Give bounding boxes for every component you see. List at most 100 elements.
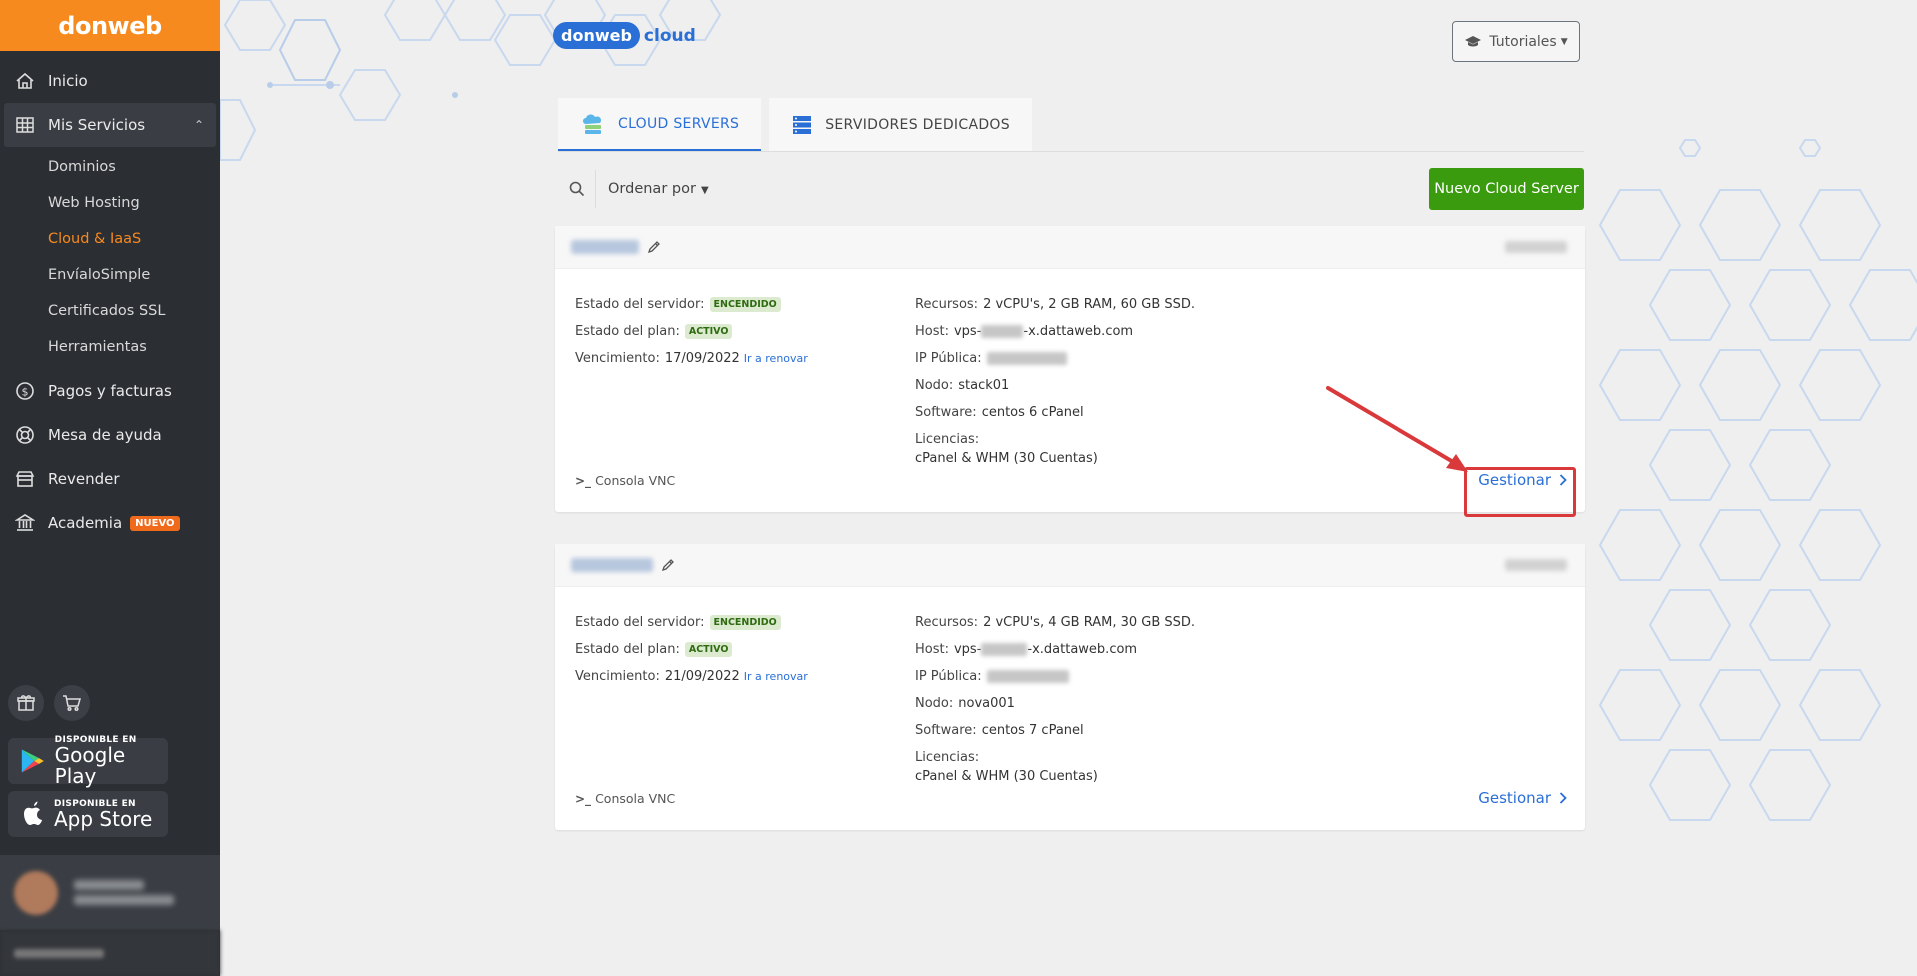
google-play-label: Google Play bbox=[54, 743, 126, 788]
list-toolbar: Ordenar por ▼ Nuevo Cloud Server bbox=[558, 168, 1584, 210]
brand-logo[interactable]: donweb bbox=[0, 0, 220, 51]
sidebar-subitem-envialosimple[interactable]: EnvíaloSimple bbox=[0, 257, 220, 293]
lifebuoy-icon bbox=[14, 424, 36, 446]
dollar-circle-icon: $ bbox=[14, 380, 36, 402]
server-id-redacted bbox=[1505, 559, 1567, 571]
server-name-redacted bbox=[571, 558, 653, 572]
node-value: nova001 bbox=[958, 696, 1015, 711]
donweb-cloud-logo[interactable]: donweb cloud bbox=[553, 22, 696, 49]
licenses-value: cPanel & WHM (30 Cuentas) bbox=[915, 769, 1098, 784]
sidebar-item-mis-servicios[interactable]: Mis Servicios ⌃ bbox=[4, 103, 216, 147]
order-by-dropdown[interactable]: Ordenar por ▼ bbox=[608, 181, 709, 197]
resources-label: Recursos: bbox=[915, 297, 979, 312]
google-play-badge[interactable]: DISPONIBLE EN Google Play bbox=[8, 735, 168, 788]
sidebar-item-label: Pagos y facturas bbox=[48, 382, 172, 400]
server-state-label: Estado del servidor: bbox=[575, 615, 705, 630]
sidebar-item-mesa-de-ayuda[interactable]: Mesa de ayuda bbox=[0, 413, 220, 457]
sidebar: donweb Inicio Mis Servicios ⌃ Dominios W… bbox=[0, 0, 220, 976]
cart-button[interactable] bbox=[54, 685, 90, 721]
licenses-value: cPanel & WHM (30 Cuentas) bbox=[915, 451, 1098, 466]
graduation-cap-icon bbox=[1465, 35, 1482, 46]
sidebar-nav: Inicio Mis Servicios ⌃ Dominios Web Host… bbox=[0, 51, 220, 545]
sidebar-submenu: Dominios Web Hosting Cloud & IaaS Envíal… bbox=[0, 147, 220, 369]
licenses-block: Licencias: cPanel & WHM (30 Cuentas) bbox=[915, 426, 1195, 470]
sidebar-item-inicio[interactable]: Inicio bbox=[0, 59, 220, 103]
host-redacted bbox=[981, 643, 1028, 656]
sidebar-item-label: Inicio bbox=[48, 72, 88, 90]
sidebar-subitem-cloud-iaas[interactable]: Cloud & IaaS bbox=[0, 221, 220, 257]
plan-state-label: Estado del plan: bbox=[575, 642, 680, 657]
manage-label: Gestionar bbox=[1478, 789, 1551, 807]
expiry-date: 17/09/2022 bbox=[664, 351, 740, 366]
chevron-right-icon bbox=[1559, 792, 1567, 804]
app-store-label: App Store bbox=[54, 806, 153, 831]
server-card-body: Estado del servidor: ENCENDIDO Estado del… bbox=[555, 587, 1585, 830]
tutorials-label: Tutoriales bbox=[1489, 33, 1557, 50]
server-card: Estado del servidor: ENCENDIDO Estado del… bbox=[555, 544, 1585, 830]
licenses-label: Licencias: bbox=[915, 432, 980, 447]
renew-link[interactable]: Ir a renovar bbox=[744, 670, 808, 683]
gift-button[interactable] bbox=[8, 685, 44, 721]
sidebar-quick-actions bbox=[8, 685, 90, 721]
home-icon bbox=[14, 70, 36, 92]
search-button[interactable] bbox=[558, 170, 596, 208]
server-type-tabs: CLOUD SERVERS SERVIDORES DEDICADOS bbox=[558, 98, 1584, 152]
tutorials-dropdown[interactable]: Tutoriales ▼ bbox=[1452, 21, 1580, 62]
server-card-header bbox=[555, 544, 1585, 587]
manage-server-button[interactable]: Gestionar bbox=[1478, 783, 1567, 813]
resources-label: Recursos: bbox=[915, 615, 979, 630]
node-label: Nodo: bbox=[915, 696, 954, 711]
terminal-icon: >_ bbox=[575, 791, 592, 806]
sidebar-item-label: Academia bbox=[48, 514, 123, 532]
edit-pencil-icon[interactable] bbox=[647, 240, 661, 254]
sidebar-item-academia[interactable]: Academia NUEVO bbox=[0, 501, 220, 545]
annotation-arrow bbox=[1326, 386, 1468, 472]
apple-icon bbox=[24, 801, 42, 825]
app-store-badge[interactable]: DISPONIBLE EN App Store bbox=[8, 791, 168, 837]
sidebar-subitem-dominios[interactable]: Dominios bbox=[0, 149, 220, 185]
server-status-column: Estado del servidor: ENCENDIDO Estado del… bbox=[575, 291, 808, 372]
edit-pencil-icon[interactable] bbox=[661, 558, 675, 572]
server-card-header bbox=[555, 226, 1585, 269]
vnc-console-link[interactable]: >_ Consola VNC bbox=[575, 791, 675, 806]
licenses-block: Licencias: cPanel & WHM (30 Cuentas) bbox=[915, 744, 1195, 788]
host-redacted bbox=[981, 325, 1024, 338]
software-label: Software: bbox=[915, 405, 977, 420]
host-suffix: -x.dattaweb.com bbox=[1027, 642, 1138, 657]
logo-cloud-text: cloud bbox=[643, 25, 696, 46]
sidebar-item-label: Revender bbox=[48, 470, 120, 488]
host-prefix: vps- bbox=[953, 324, 982, 339]
sidebar-subitem-web-hosting[interactable]: Web Hosting bbox=[0, 185, 220, 221]
server-status-column: Estado del servidor: ENCENDIDO Estado del… bbox=[575, 609, 808, 690]
renew-link[interactable]: Ir a renovar bbox=[744, 352, 808, 365]
sidebar-subitem-herramientas[interactable]: Herramientas bbox=[0, 329, 220, 365]
bank-icon bbox=[14, 512, 36, 534]
chevron-up-icon: ⌃ bbox=[193, 118, 204, 132]
avatar bbox=[14, 870, 58, 915]
sidebar-item-revender[interactable]: Revender bbox=[0, 457, 220, 501]
tab-servidores-dedicados[interactable]: SERVIDORES DEDICADOS bbox=[769, 98, 1032, 151]
expiry-label: Vencimiento: bbox=[575, 351, 660, 366]
tab-cloud-servers[interactable]: CLOUD SERVERS bbox=[558, 98, 762, 151]
vnc-console-label: Consola VNC bbox=[595, 473, 676, 488]
grid-icon bbox=[14, 114, 36, 136]
new-cloud-server-button[interactable]: Nuevo Cloud Server bbox=[1429, 168, 1584, 210]
plan-status-badge: ACTIVO bbox=[684, 642, 733, 657]
vnc-console-link[interactable]: >_ Consola VNC bbox=[575, 473, 675, 488]
software-value: centos 7 cPanel bbox=[981, 723, 1084, 738]
caret-down-icon: ▼ bbox=[700, 185, 709, 196]
expiry-label: Vencimiento: bbox=[575, 669, 660, 684]
plan-state-label: Estado del plan: bbox=[575, 324, 680, 339]
sidebar-item-pagos[interactable]: $ Pagos y facturas bbox=[0, 369, 220, 413]
licenses-label: Licencias: bbox=[915, 750, 980, 765]
server-details-column: Recursos: 2 vCPU's, 2 GB RAM, 60 GB SSD. … bbox=[915, 291, 1195, 470]
plan-status-badge: ACTIVO bbox=[684, 324, 733, 339]
store-icon bbox=[14, 468, 36, 490]
sidebar-subitem-certificados-ssl[interactable]: Certificados SSL bbox=[0, 293, 220, 329]
caret-down-icon: ▼ bbox=[1560, 36, 1568, 47]
vnc-console-label: Consola VNC bbox=[595, 791, 676, 806]
status-badge: ENCENDIDO bbox=[709, 297, 781, 312]
logout-link-redacted[interactable] bbox=[0, 930, 220, 976]
user-profile[interactable] bbox=[0, 855, 220, 930]
server-id-redacted bbox=[1505, 241, 1567, 253]
